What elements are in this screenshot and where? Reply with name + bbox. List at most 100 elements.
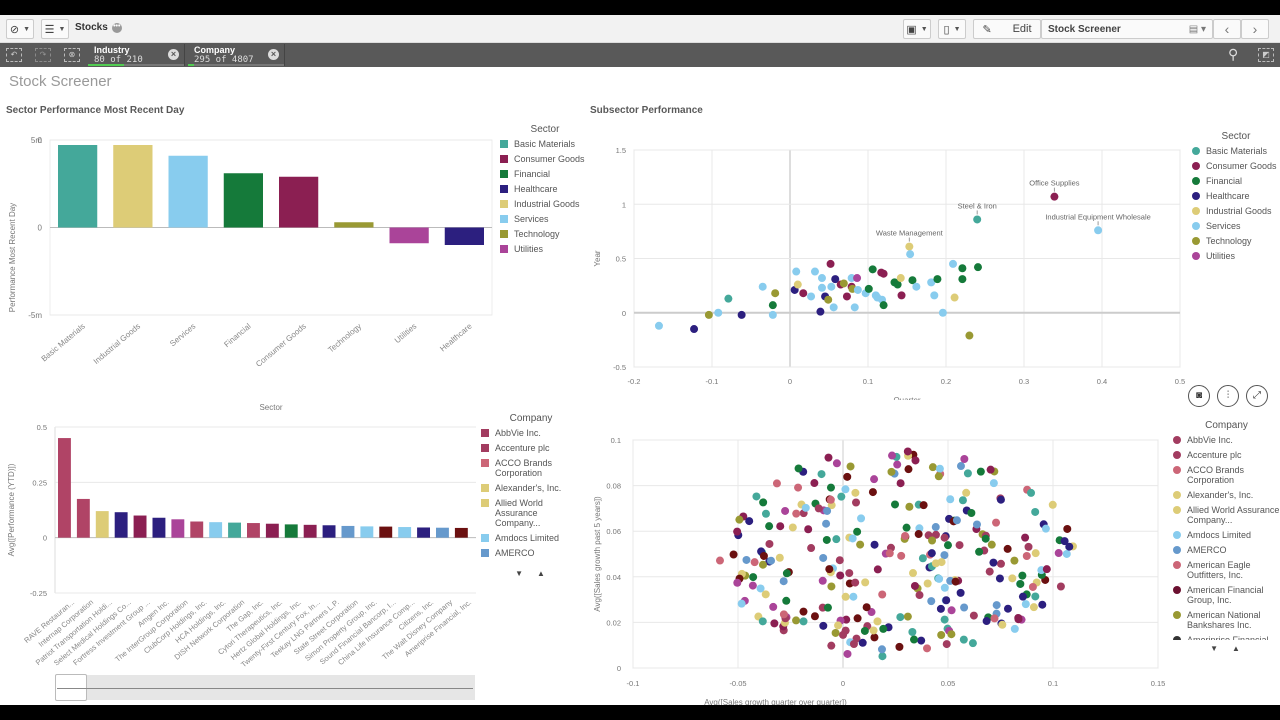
legend-swatch [481,499,489,507]
more-icon[interactable]: ••• [111,22,122,33]
data-point [767,556,776,565]
search-icon[interactable]: ⚲ [1228,46,1238,63]
company-scatter-chart[interactable]: -0.1 -0.05 0 0.05 0.1 0.15 0 0.02 0.04 0.06 0.08 0.… [590,415,1170,705]
legend-label: Healthcare [514,184,558,194]
chevron-left-icon: ‹ [1224,21,1230,37]
data-point [930,291,939,300]
data-point [862,603,871,612]
legend-item[interactable]: Services [500,214,590,224]
data-point [836,571,845,580]
data-point [768,301,777,310]
data-point [904,465,913,474]
data-point [1063,524,1072,533]
data-point [824,453,833,462]
legend-item[interactable]: Basic Materials [500,139,590,149]
mini-chart-scrollbar[interactable] [55,674,475,701]
legend-swatch [481,484,489,492]
legend-item[interactable]: AbbVie Inc. [481,428,581,438]
previous-sheet-button[interactable]: ‹ [1213,19,1241,39]
legend-item[interactable]: Technology [500,229,590,239]
legend-item[interactable]: Accenture plc [1173,450,1280,460]
data-point [837,492,846,501]
scroll-down-icon[interactable]: ▼ [1210,644,1218,653]
legend-item[interactable]: American Financial Group, Inc. [1173,585,1280,605]
legend-item[interactable]: American Eagle Outfitters, Inc. [1173,560,1280,580]
data-point [841,626,850,635]
scroll-up-icon[interactable]: ▲ [1232,644,1240,653]
data-point [1008,574,1017,583]
legend-item[interactable]: Healthcare [1192,191,1280,201]
clear-all-selections-icon[interactable]: ⊗ [64,48,80,62]
fullscreen-icon[interactable]: ⤢ [1246,385,1268,407]
legend-swatch [1173,491,1181,499]
data-point [1031,592,1040,601]
legend-item[interactable]: Financial [500,169,590,179]
legend-item[interactable]: Financial [1192,176,1280,186]
edit-button[interactable]: ✎ Edit [973,19,1041,39]
legend-item[interactable]: ACCO Brands Corporation [1173,465,1280,485]
legend-item[interactable]: Technology [1192,236,1280,246]
legend-item[interactable]: Basic Materials [1192,146,1280,156]
legend-item[interactable]: Ameriprise Financial [1173,635,1280,640]
company-bar-chart[interactable]: -0.2500.250.5RAVE Restauran...Internap C… [0,410,480,675]
next-sheet-button[interactable]: › [1241,19,1269,39]
legend-item[interactable]: AbbVie Inc. [1173,435,1280,445]
adjust-icon[interactable]: ⫶ [1217,385,1239,407]
data-point [919,501,928,510]
camera-icon[interactable]: ◙ [1188,385,1210,407]
legend-item[interactable]: Utilities [500,244,590,254]
legend-item[interactable]: AMERCO [481,548,581,558]
legend-item[interactable]: Alexander's, Inc. [1173,490,1280,500]
selection-chip-industry[interactable]: Industry 80 of 210 × [88,44,185,66]
x-tick-label: -0.1 [706,377,719,386]
legend-item[interactable]: Industrial Goods [500,199,590,209]
clear-selection-icon[interactable]: × [268,49,279,60]
scroll-down-icon[interactable]: ▼ [515,569,523,578]
step-back-icon[interactable]: ↶ [6,48,22,62]
legend-item[interactable]: Industrial Goods [1192,206,1280,216]
global-menu-button[interactable]: ☰ ▼ [41,19,69,39]
legend-item[interactable]: Healthcare [500,184,590,194]
sector-bar-chart[interactable]: -5m05m0Basic Materials Industrial Goods Se… [0,120,495,410]
legend-label: American National Bankshares Inc. [1187,610,1261,630]
scroll-up-icon[interactable]: ▲ [537,569,545,578]
data-point [923,579,932,588]
data-point [858,638,867,647]
legend-item[interactable]: ACCO Brands Corporation [481,458,581,478]
navigation-menu-button[interactable]: ⊘ ▼ [6,19,34,39]
data-point [826,495,835,504]
step-forward-icon[interactable]: ↷ [35,48,51,62]
legend-item[interactable]: American National Bankshares Inc. [1173,610,1280,630]
data-point [714,308,723,317]
data-point [846,462,855,471]
data-point [826,483,835,492]
sheet-selector[interactable]: Stock Screener ▤ ▾ [1041,19,1213,39]
data-point [810,267,819,276]
legend-item[interactable]: Allied World Assurance Company... [1173,505,1280,525]
data-point [782,596,791,605]
story-button[interactable]: ▣ ▼ [903,19,931,39]
data-point [951,577,960,586]
selections-tool-icon[interactable]: ◩ [1258,48,1274,62]
legend-item[interactable]: Amdocs Limited [481,533,581,543]
legend-swatch [1173,506,1181,514]
legend-item[interactable]: Amdocs Limited [1173,530,1280,540]
legend-item[interactable]: Allied World Assurance Company... [481,498,581,528]
legend-item[interactable]: AMERCO [1173,545,1280,555]
data-point [823,506,832,515]
bookmark-button[interactable]: ▯ ▼ [938,19,966,39]
legend-item[interactable]: Consumer Goods [1192,161,1280,171]
clear-selection-icon[interactable]: × [168,49,179,60]
legend-item[interactable]: Utilities [1192,251,1280,261]
sector-legend: Sector Basic Materials Consumer Goods Fina… [500,124,590,259]
legend-item[interactable]: Accenture plc [481,443,581,453]
legend-item[interactable]: Consumer Goods [500,154,590,164]
data-point [992,601,1001,610]
legend-swatch [500,245,508,253]
data-point [936,604,945,613]
subsector-scatter-chart[interactable]: -0.2 -0.1 0 0.1 0.2 0.3 0.4 0.5 -0.5 0 0.5 1 1.5 Offi… [590,120,1190,400]
legend-item[interactable]: Alexander's, Inc. [481,483,581,493]
data-point [853,527,862,536]
selection-chip-company[interactable]: Company 295 of 4807 × [188,44,285,66]
legend-item[interactable]: Services [1192,221,1280,231]
